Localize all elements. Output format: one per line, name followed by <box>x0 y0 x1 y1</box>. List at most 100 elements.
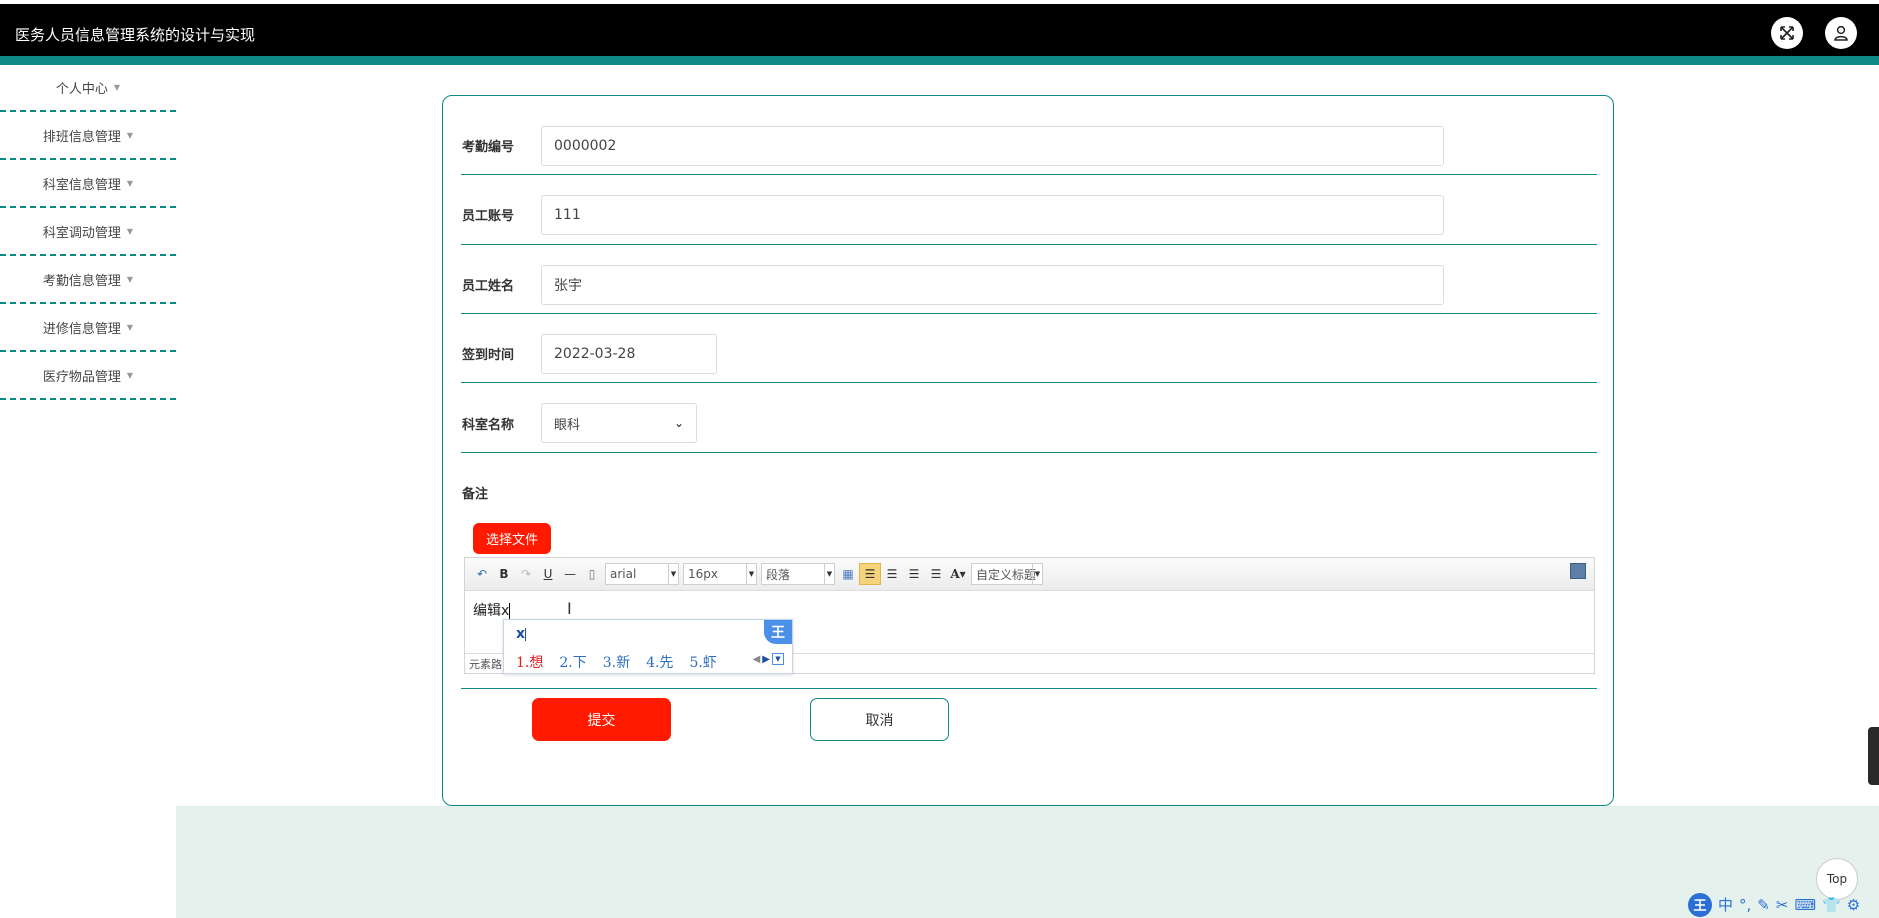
ime-expand-icon[interactable]: ▼ <box>772 653 784 665</box>
redo-icon[interactable]: ↷ <box>515 563 537 585</box>
user-button[interactable] <box>1825 17 1857 49</box>
choose-file-button[interactable]: 选择文件 <box>473 523 551 554</box>
sidebar: 个人中心 ▼ 排班信息管理 ▼ 科室信息管理 ▼ 科室调动管理 ▼ 考勤信息管理 ▼ 进修… <box>0 65 176 400</box>
form-row-attendance-id: 考勤编号 0000002 <box>461 96 1597 175</box>
paragraph-value: 段落 <box>766 567 791 582</box>
text-caret <box>509 603 511 619</box>
dropdown-arrow-icon: ▼ <box>824 564 834 584</box>
ime-candidate[interactable]: 3.新 <box>603 652 630 672</box>
custom-heading-value: 自定义标题 <box>976 567 1037 582</box>
table-icon[interactable]: ▦ <box>837 563 859 585</box>
document-icon[interactable]: ▯ <box>581 563 603 585</box>
preview-icon[interactable] <box>1570 563 1586 579</box>
field-label: 考勤编号 <box>462 140 515 155</box>
editor-text: 编辑x <box>473 603 510 619</box>
expand-icon <box>1780 26 1794 40</box>
sidebar-item-personal-center[interactable]: 个人中心 ▼ <box>0 65 176 112</box>
ime-candidate[interactable]: 5.虾 <box>689 652 716 672</box>
font-color-icon[interactable]: A▾ <box>947 563 969 585</box>
field-label: 员工姓名 <box>462 279 515 294</box>
sidebar-item-department[interactable]: 科室信息管理 ▼ <box>0 160 176 208</box>
ime-logo-icon: 王 <box>764 620 792 644</box>
attendance-id-input[interactable]: 0000002 <box>541 126 1444 166</box>
ime-logo-icon[interactable]: 王 <box>1688 892 1712 917</box>
ime-next-icon[interactable]: ▶ <box>762 654 770 665</box>
underline-icon[interactable]: U <box>537 563 559 585</box>
align-right-icon[interactable]: ☰ <box>881 563 903 585</box>
department-select[interactable]: 眼科 ⌄ <box>541 403 697 443</box>
font-family-select[interactable]: arial ▼ <box>605 563 679 585</box>
ime-status-bar: 王 中 °, ✎ ✂ ⌨ 👕 ⚙ <box>1684 891 1879 918</box>
field-label: 备注 <box>462 487 489 502</box>
ime-punctuation-icon[interactable]: °, <box>1739 896 1751 914</box>
ime-candidate[interactable]: 4.先 <box>646 652 673 672</box>
dropdown-arrow-icon: ▼ <box>746 564 756 584</box>
field-label: 科室名称 <box>462 418 515 433</box>
sidebar-item-label: 进修信息管理 <box>42 321 121 337</box>
cancel-button[interactable]: 取消 <box>810 698 949 741</box>
form-row-checkin-time: 签到时间 2022-03-28 <box>461 314 1597 383</box>
sidebar-item-schedule[interactable]: 排班信息管理 ▼ <box>0 112 176 160</box>
caret-down-icon: ▼ <box>126 226 134 236</box>
top-bar <box>0 4 1879 56</box>
user-icon <box>1834 25 1848 41</box>
ime-pager: ◀ ▶ ▼ <box>753 653 784 665</box>
side-handle[interactable] <box>1868 727 1879 785</box>
align-left-icon[interactable]: ☰ <box>859 563 881 585</box>
app-title: 医务人员信息管理系统的设计与实现 <box>15 26 256 44</box>
align-center-icon[interactable]: ☰ <box>903 563 925 585</box>
caret-down-icon: ▼ <box>126 370 134 380</box>
sidebar-item-training[interactable]: 进修信息管理 ▼ <box>0 304 176 352</box>
ime-handwriting-icon[interactable]: ✎ <box>1757 896 1770 914</box>
ime-skin-icon[interactable]: 👕 <box>1822 896 1841 914</box>
paragraph-select[interactable]: 段落 ▼ <box>761 563 835 585</box>
page: 医务人员信息管理系统的设计与实现 个人中心 ▼ 排班信息管理 ▼ 科室信息管理 ▼ 科… <box>0 0 1879 918</box>
department-select-value: 眼科 <box>554 417 581 433</box>
caret-down-icon: ▼ <box>126 274 134 284</box>
ime-chinese-mode-icon[interactable]: 中 <box>1718 894 1733 915</box>
sidebar-item-transfer[interactable]: 科室调动管理 ▼ <box>0 208 176 256</box>
employee-account-input[interactable]: 111 <box>541 195 1444 235</box>
undo-icon[interactable]: ↶ <box>471 563 493 585</box>
dropdown-arrow-icon: ▼ <box>1032 564 1042 584</box>
sidebar-item-medical-supplies[interactable]: 医疗物品管理 ▼ <box>0 352 176 400</box>
ime-scissors-icon[interactable]: ✂ <box>1776 896 1789 914</box>
sidebar-item-label: 个人中心 <box>55 82 108 97</box>
custom-heading-select[interactable]: 自定义标题 ▼ <box>971 563 1043 585</box>
checkin-date-input[interactable]: 2022-03-28 <box>541 334 717 374</box>
sidebar-item-label: 考勤信息管理 <box>42 273 121 289</box>
sidebar-item-label: 科室调动管理 <box>42 225 121 241</box>
bold-icon[interactable]: B <box>493 563 515 585</box>
align-justify-icon[interactable]: ☰ <box>925 563 947 585</box>
font-size-value: 16px <box>688 567 718 581</box>
ime-settings-icon[interactable]: ⚙ <box>1847 896 1860 914</box>
field-label: 员工账号 <box>462 209 515 224</box>
caret-down-icon: ▼ <box>126 130 134 140</box>
ime-candidate[interactable]: 1.想 <box>516 652 543 672</box>
form-row-employee-account: 员工账号 111 <box>461 175 1597 245</box>
font-size-select[interactable]: 16px ▼ <box>683 563 757 585</box>
chevron-down-icon: ⌄ <box>673 416 684 430</box>
fullscreen-button[interactable] <box>1771 17 1803 49</box>
sidebar-item-attendance[interactable]: 考勤信息管理 ▼ <box>0 256 176 304</box>
horizontal-rule-icon[interactable]: — <box>559 563 581 585</box>
dropdown-arrow-icon: ▼ <box>668 564 678 584</box>
attendance-form-card: 考勤编号 0000002 员工账号 111 员工姓名 张宇 签到时间 2022-… <box>442 95 1614 806</box>
ime-caret <box>525 627 527 641</box>
i-beam-cursor-icon: Ι <box>567 599 572 618</box>
ime-candidate[interactable]: 2.下 <box>559 652 586 672</box>
employee-name-input[interactable]: 张宇 <box>541 265 1444 305</box>
sidebar-item-label: 排班信息管理 <box>42 129 121 145</box>
element-path-label: 元素路 <box>469 657 502 671</box>
footer-background <box>176 806 1879 918</box>
caret-down-icon: ▼ <box>126 322 134 332</box>
ime-prev-icon[interactable]: ◀ <box>753 654 761 665</box>
submit-button[interactable]: 提交 <box>532 698 671 741</box>
field-label: 签到时间 <box>462 348 515 363</box>
sidebar-item-label: 科室信息管理 <box>42 177 121 193</box>
ime-keyboard-icon[interactable]: ⌨ <box>1794 896 1816 914</box>
form-row-employee-name: 员工姓名 张宇 <box>461 245 1597 314</box>
ime-candidate-list: 1.想 2.下 3.新 4.先 5.虾 <box>516 652 717 672</box>
editor-toolbar: ↶ B ↷ U — ▯ arial ▼ 16px ▼ 段落 ▼ ▦ ☰ ☰ ☰ … <box>465 558 1594 591</box>
caret-down-icon: ▼ <box>126 178 134 188</box>
